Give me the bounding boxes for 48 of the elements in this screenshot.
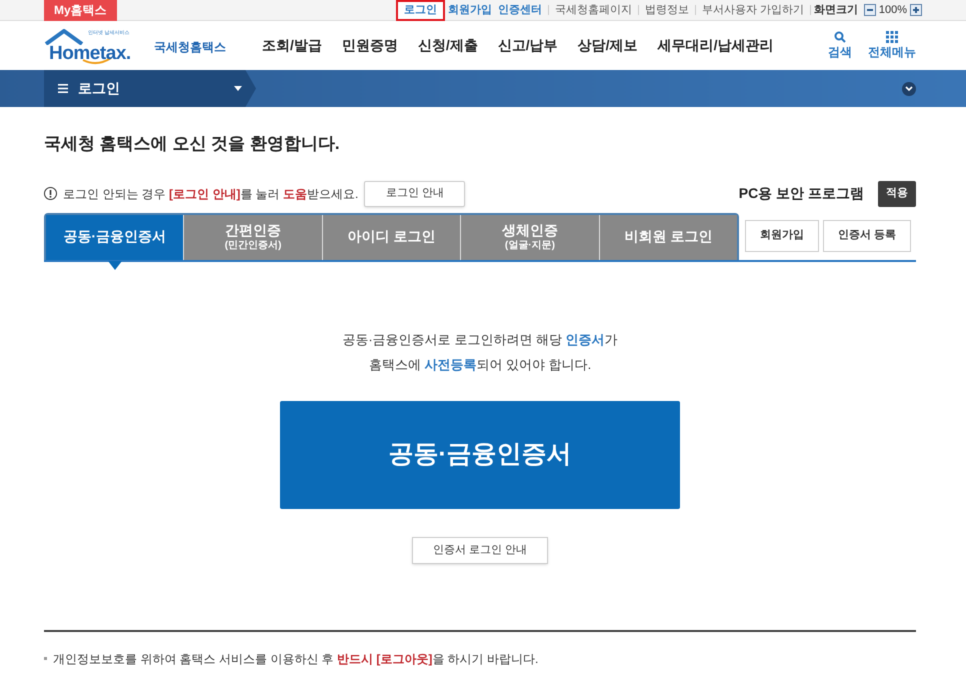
info-icon: [44, 187, 57, 200]
all-menu-button[interactable]: 전체메뉴: [868, 30, 916, 60]
side-button[interactable]: 인증서 등록: [823, 220, 912, 252]
login-tab[interactable]: 비회원 로그인: [598, 214, 738, 260]
login-tab[interactable]: 간편인증 (민간인증서): [183, 214, 322, 260]
menu-icon: [58, 84, 68, 93]
my-hometax-tab[interactable]: My홈택스: [44, 0, 117, 20]
side-button[interactable]: 회원가입: [745, 220, 819, 252]
nav-menu-item[interactable]: 세무대리/납세관리: [658, 35, 774, 56]
bullet-icon: [44, 657, 47, 660]
top-link[interactable]: 국세청홈페이지: [552, 2, 635, 18]
breadcrumb-label: 로그인: [78, 79, 121, 98]
cert-info-text: 공동·금융인증서로 로그인하려면 해당 인증서가: [342, 330, 618, 348]
cert-login-guide-button[interactable]: 인증서 로그인 안내: [412, 536, 548, 564]
nav-menu-item[interactable]: 상담/제보: [578, 35, 638, 56]
login-guide-button[interactable]: 로그인 안내: [364, 180, 466, 206]
zoom-label: 화면크기: [814, 2, 858, 18]
zoom-in-icon[interactable]: [910, 4, 922, 16]
top-link[interactable]: 법령정보: [642, 2, 692, 18]
security-program-label: PC용 보안 프로그램: [738, 184, 864, 203]
nav-menu-item[interactable]: 조회/발급: [262, 35, 322, 56]
nav-menu-item[interactable]: 민원증명: [342, 35, 398, 56]
logout-reminder: 개인정보보호를 위하여 홈택스 서비스를 이용하신 후 반드시 [로그아웃]을 하시기 바랍니다.: [53, 650, 538, 668]
certificate-login-button[interactable]: 공동·금융인증서: [280, 400, 680, 508]
login-help-notice: 로그인 안되는 경우 [로그인 안내]를 눌러 도움받으세요.: [63, 186, 358, 202]
zoom-out-icon[interactable]: [864, 4, 876, 16]
apply-button[interactable]: 적용: [878, 180, 916, 206]
logo-wordmark[interactable]: Hometax.: [49, 40, 131, 68]
login-tab[interactable]: 아이디 로그인: [322, 214, 460, 260]
top-link[interactable]: 회원가입: [444, 2, 495, 18]
top-link[interactable]: 인증센터: [494, 2, 545, 18]
logo-name[interactable]: 국세청홈택스: [154, 38, 226, 56]
tab-pointer-icon: [108, 260, 122, 270]
cert-info-text: 홈택스에 사전등록되어 있어야 합니다.: [368, 356, 592, 374]
breadcrumb-dropdown[interactable]: 로그인: [44, 70, 256, 107]
zoom-value: 100%: [878, 2, 907, 18]
top-link[interactable]: 부서사용자 가입하기: [698, 2, 807, 18]
nav-menu-item[interactable]: 신청/제출: [418, 35, 478, 56]
top-link[interactable]: 로그인: [396, 0, 445, 20]
nav-menu-item[interactable]: 신고/납부: [498, 35, 558, 56]
search-icon: [834, 30, 846, 42]
expand-icon[interactable]: [902, 82, 916, 96]
caret-icon: [234, 86, 242, 91]
roof-icon: [44, 28, 84, 44]
welcome-heading: 국세청 홈택스에 오신 것을 환영합니다.: [44, 133, 341, 155]
grid-icon: [886, 30, 898, 42]
search-button[interactable]: 검색: [828, 30, 852, 60]
login-tab[interactable]: 생체인증 (얼굴·지문): [460, 214, 599, 260]
